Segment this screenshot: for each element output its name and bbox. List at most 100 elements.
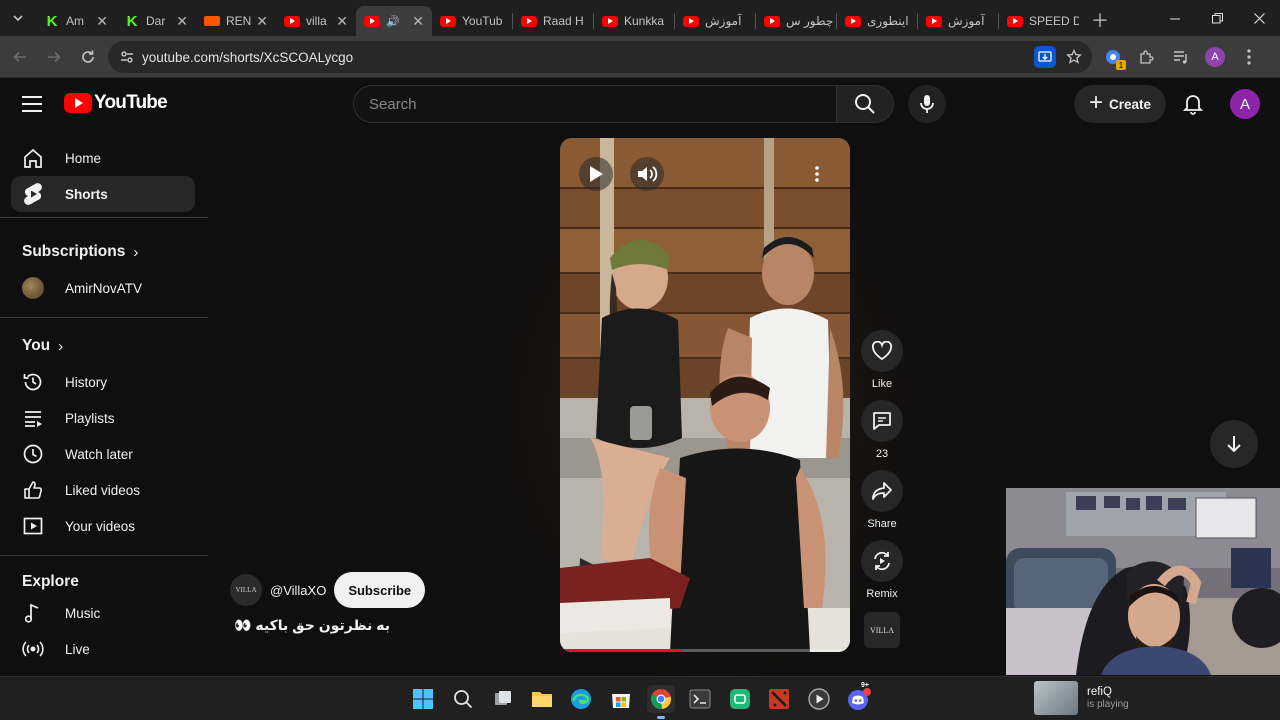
browser-tab[interactable]: آموزش — [918, 6, 998, 36]
channel-avatar[interactable]: VILLA — [230, 574, 262, 606]
terminal-taskbar-icon[interactable] — [686, 685, 714, 713]
browser-tab[interactable]: villa ✕ — [276, 6, 356, 36]
tab-title: آموزش — [948, 14, 985, 28]
browser-menu-button[interactable] — [1236, 44, 1262, 70]
sidebar-divider — [0, 217, 208, 218]
tab-close-icon[interactable]: ✕ — [332, 13, 348, 30]
browser-tab[interactable]: SPEED D — [999, 6, 1079, 36]
app-taskbar-icon[interactable] — [726, 685, 754, 713]
subscribe-button[interactable]: Subscribe — [334, 572, 426, 608]
media-player-taskbar-icon[interactable] — [805, 685, 833, 713]
sidebar-item-history[interactable]: History — [11, 364, 195, 400]
browser-tab[interactable]: Kunkka — [594, 6, 674, 36]
sidebar-item-watch-later[interactable]: Watch later — [11, 436, 195, 472]
sidebar-item-your-videos[interactable]: Your videos — [11, 508, 195, 544]
remix-button[interactable] — [861, 540, 903, 582]
sidebar-item-playlists[interactable]: Playlists — [11, 400, 195, 436]
shorts-video-player[interactable] — [560, 138, 850, 652]
sidebar-item-music[interactable]: Music — [11, 595, 195, 631]
sidebar-item-shorts[interactable]: Shorts — [11, 176, 195, 212]
discord-taskbar-icon[interactable]: 9+ — [845, 682, 873, 713]
browser-tab[interactable]: آموزش — [675, 6, 755, 36]
browser-tab[interactable]: اینطوری — [837, 6, 917, 36]
dota-taskbar-icon[interactable] — [765, 685, 793, 713]
sidebar-item-liked-videos[interactable]: Liked videos — [11, 472, 195, 508]
tab-close-icon[interactable]: ✕ — [252, 13, 268, 30]
comments-button[interactable] — [861, 400, 903, 442]
like-action[interactable]: Like — [860, 330, 904, 390]
file-explorer-taskbar-icon[interactable] — [528, 685, 556, 713]
sound-thumbnail[interactable]: VILLA — [864, 612, 900, 648]
sound-action[interactable]: VILLA — [860, 612, 904, 648]
back-button[interactable] — [4, 41, 36, 73]
volume-button[interactable] — [630, 157, 664, 191]
youtube-logo[interactable]: YouTube — [64, 92, 168, 114]
share-button[interactable] — [861, 470, 903, 512]
start-button[interactable] — [409, 685, 437, 713]
your-videos-icon — [21, 514, 45, 538]
minimize-button[interactable] — [1154, 0, 1196, 36]
search-input[interactable] — [354, 86, 837, 122]
install-app-icon[interactable] — [1034, 46, 1056, 68]
remix-icon — [874, 551, 890, 571]
media-controls-icon[interactable] — [1168, 44, 1194, 70]
task-view-icon — [495, 691, 511, 705]
new-tab-button[interactable]: ＋ — [1085, 5, 1115, 35]
comments-action[interactable]: 23 — [860, 400, 904, 460]
close-window-button[interactable] — [1238, 0, 1280, 36]
profile-button[interactable]: A — [1202, 44, 1228, 70]
play-button[interactable] — [579, 157, 613, 191]
you-heading[interactable]: You › — [22, 337, 63, 355]
tab-search-button[interactable] — [0, 0, 36, 36]
sidebar-item-live[interactable]: Live — [11, 631, 195, 667]
green-app-icon — [730, 689, 750, 709]
forward-button[interactable] — [38, 41, 70, 73]
site-info-icon[interactable] — [112, 49, 142, 65]
browser-tab[interactable]: K Am ✕ — [36, 6, 116, 36]
reload-button[interactable] — [72, 41, 104, 73]
url-text[interactable]: youtube.com/shorts/XcSCOALycgo — [142, 50, 353, 65]
tab-close-icon[interactable]: ✕ — [408, 13, 424, 30]
remix-action[interactable]: Remix — [860, 540, 904, 600]
taskbar-search-button[interactable] — [449, 685, 477, 713]
search-button[interactable] — [836, 85, 894, 123]
youtube-icon — [521, 15, 537, 27]
audio-playing-icon[interactable]: 🔊 — [386, 15, 400, 28]
restore-button[interactable] — [1196, 0, 1238, 36]
voice-search-button[interactable] — [908, 85, 946, 123]
share-action[interactable]: Share — [860, 470, 904, 530]
video-more-button[interactable] — [800, 157, 834, 191]
store-taskbar-icon[interactable] — [607, 685, 635, 713]
youtube-icon — [284, 15, 300, 27]
guide-menu-button[interactable] — [22, 96, 42, 112]
reload-icon — [82, 50, 94, 63]
channel-handle[interactable]: @VillaXO — [270, 583, 326, 598]
like-button[interactable] — [861, 330, 903, 372]
browser-tab[interactable]: چطور س — [756, 6, 836, 36]
puzzle-extensions-icon[interactable] — [1134, 44, 1160, 70]
chevron-down-icon — [13, 15, 23, 22]
browser-tab[interactable]: YouTub — [432, 6, 512, 36]
tab-close-icon[interactable]: ✕ — [92, 13, 108, 30]
browser-tab[interactable]: REN ✕ — [196, 6, 276, 36]
sidebar-item-subscription[interactable]: AmirNovATV — [11, 270, 195, 306]
edge-taskbar-icon[interactable] — [567, 685, 595, 713]
browser-tab[interactable]: Raad H — [513, 6, 593, 36]
bookmark-star-icon[interactable] — [1062, 45, 1086, 69]
tab-close-icon[interactable]: ✕ — [172, 13, 188, 30]
now-playing-widget[interactable]: refiQ is playing — [1034, 681, 1129, 715]
next-short-button[interactable] — [1210, 420, 1258, 468]
extension-icon[interactable]: 1 — [1100, 44, 1126, 70]
sidebar-item-home[interactable]: Home — [11, 140, 195, 176]
create-button[interactable]: + Create — [1074, 85, 1166, 123]
chevron-right-icon: › — [133, 243, 139, 261]
subscriptions-heading[interactable]: Subscriptions › — [22, 243, 138, 261]
notifications-button[interactable] — [1176, 87, 1210, 121]
video-progress-bar[interactable] — [560, 649, 850, 652]
task-view-button[interactable] — [489, 685, 517, 713]
address-bar[interactable]: youtube.com/shorts/XcSCOALycgo — [108, 41, 1092, 73]
browser-tab[interactable]: K Dar ✕ — [116, 6, 196, 36]
account-avatar[interactable]: A — [1230, 89, 1260, 119]
browser-tab-active[interactable]: 🔊 ✕ — [356, 6, 432, 36]
chrome-taskbar-icon[interactable] — [647, 685, 675, 719]
